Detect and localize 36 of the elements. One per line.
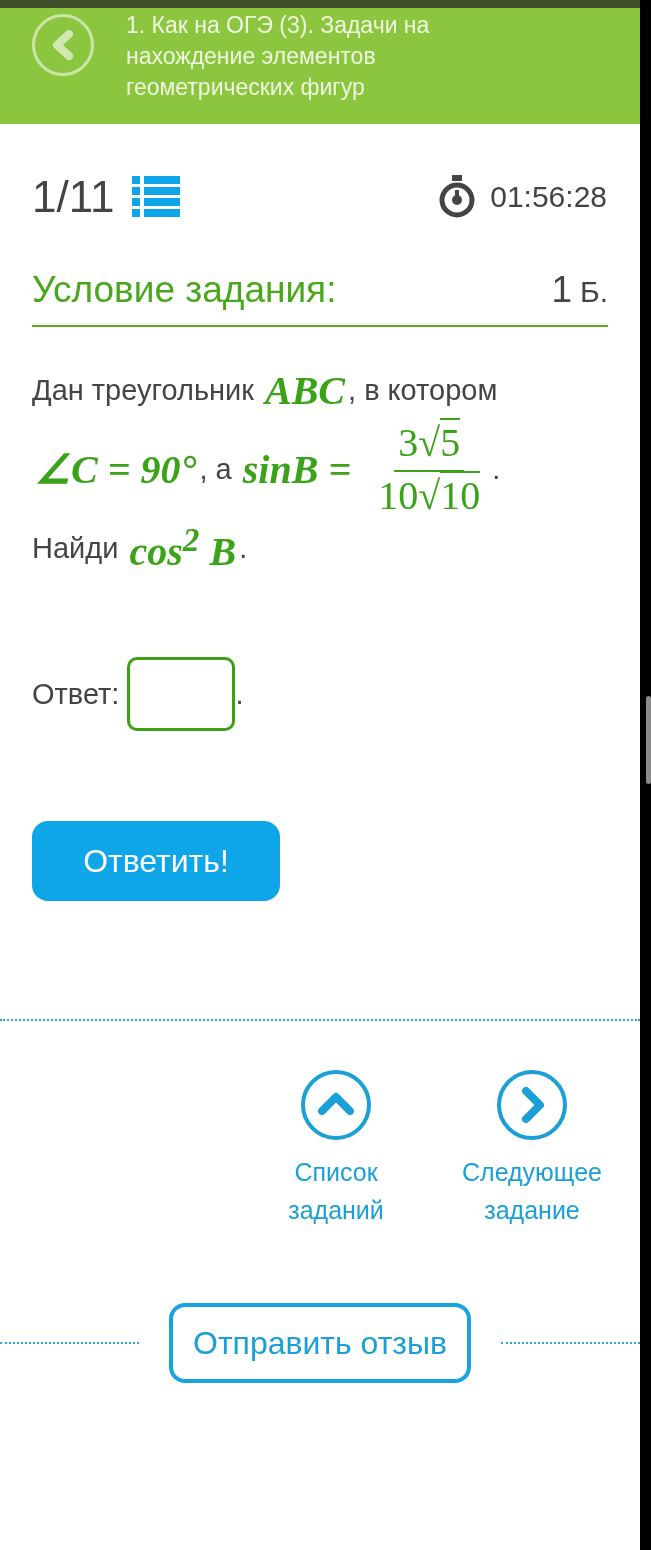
chevron-left-icon <box>50 30 76 60</box>
math-formula: ABC <box>265 366 346 414</box>
radicand: 5 <box>440 418 461 465</box>
nav-button[interactable]: Список заданий <box>256 1069 416 1229</box>
problem-text: Найди <box>32 531 120 565</box>
math-formula: cos$^{2}$ B <box>129 520 237 576</box>
feedback-button[interactable]: Отправить отзыв <box>169 1303 471 1383</box>
chevron-right-icon <box>496 1069 568 1141</box>
points-value: 1 <box>551 269 572 311</box>
submit-button[interactable]: Ответить! <box>32 821 280 901</box>
radical-sign: √ <box>418 420 441 465</box>
problem-text: . <box>492 452 501 486</box>
problem-text: Дан треугольник <box>32 373 255 407</box>
task-counter: 1/11 <box>32 171 115 222</box>
problem-text: . <box>239 531 248 565</box>
radical-sign: √ <box>418 473 441 518</box>
nav-button[interactable]: Следующее задание <box>452 1069 612 1229</box>
coefficient: 10 <box>378 473 419 518</box>
problem-text: , в котором <box>348 373 498 407</box>
math-formula: sinB = <box>242 445 352 493</box>
list-icon[interactable] <box>132 175 181 218</box>
math-formula: ∠C = 90° <box>35 445 197 493</box>
problem-text: , а <box>199 452 233 486</box>
points-unit: Б. <box>579 275 608 309</box>
answer-field[interactable] <box>127 657 236 731</box>
answer-period: . <box>235 677 244 711</box>
back-button[interactable] <box>32 14 94 76</box>
chevron-up-icon <box>300 1069 372 1141</box>
timer: 01:56:28 <box>490 179 607 214</box>
scrollbar[interactable] <box>646 696 651 784</box>
coefficient: 3 <box>398 420 419 465</box>
radicand: 10 <box>440 471 481 518</box>
section-heading: Условие задания: <box>32 269 337 311</box>
answer-label: Ответ: <box>32 677 120 711</box>
page-title: 1. Как на ОГЭ (3). Задачи на нахождение элементов геометрических фигур <box>126 11 431 102</box>
stopwatch-icon <box>438 174 477 219</box>
